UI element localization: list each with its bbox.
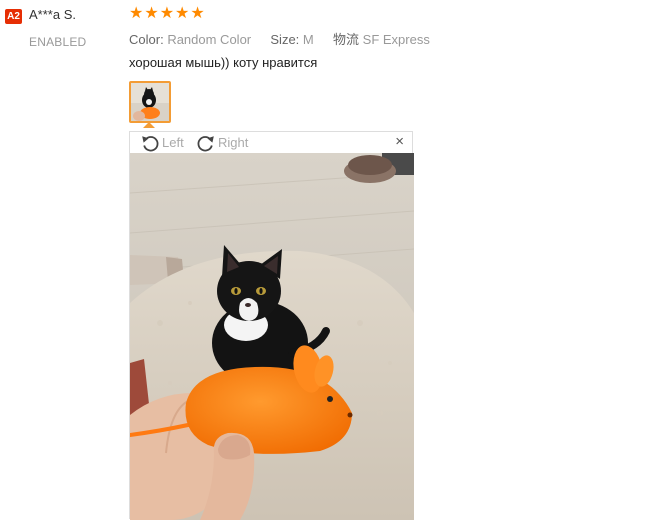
attr-size-value: M: [302, 32, 314, 47]
star-icon: ★: [129, 5, 144, 22]
reviewer-name: A***a S.: [29, 7, 76, 22]
reviewer-status: ENABLED: [29, 35, 87, 49]
reviewer-level-badge: A2: [5, 9, 22, 24]
review-text: хорошая мышь)) коту нравится: [129, 55, 318, 70]
rotate-left-icon: [142, 135, 159, 151]
order-attributes: Color: Random Color Size: M 物流 SF Expres…: [129, 29, 430, 48]
star-icon: ★: [190, 5, 205, 22]
star-icon: ★: [159, 5, 175, 22]
photo-viewer: Left Right ×: [129, 131, 414, 520]
close-viewer-button[interactable]: ×: [395, 134, 404, 150]
review-photo: [130, 153, 414, 520]
rating-stars: ★ ★ ★ ★ ★: [129, 5, 205, 23]
thumbnail-image: [131, 83, 169, 121]
review-photo-thumbnail[interactable]: [129, 81, 171, 123]
attr-color-key: Color:: [129, 32, 164, 47]
rotate-right-label: Right: [218, 135, 249, 150]
rotate-left-button[interactable]: Left: [140, 132, 184, 153]
attr-color-value: Random Color: [167, 32, 252, 47]
attr-size-key: Size:: [270, 32, 300, 47]
rotate-right-button[interactable]: Right: [196, 132, 248, 153]
rotate-left-label: Left: [162, 135, 184, 150]
thumbnail-active-indicator: [143, 122, 155, 128]
rotate-right-icon: [197, 135, 214, 151]
star-icon: ★: [144, 5, 159, 22]
star-icon: ★: [175, 5, 190, 22]
viewer-toolbar: Left Right ×: [130, 132, 414, 153]
attr-shipping-value: SF Express: [362, 32, 430, 47]
attr-shipping-key: 物流: [333, 32, 360, 47]
